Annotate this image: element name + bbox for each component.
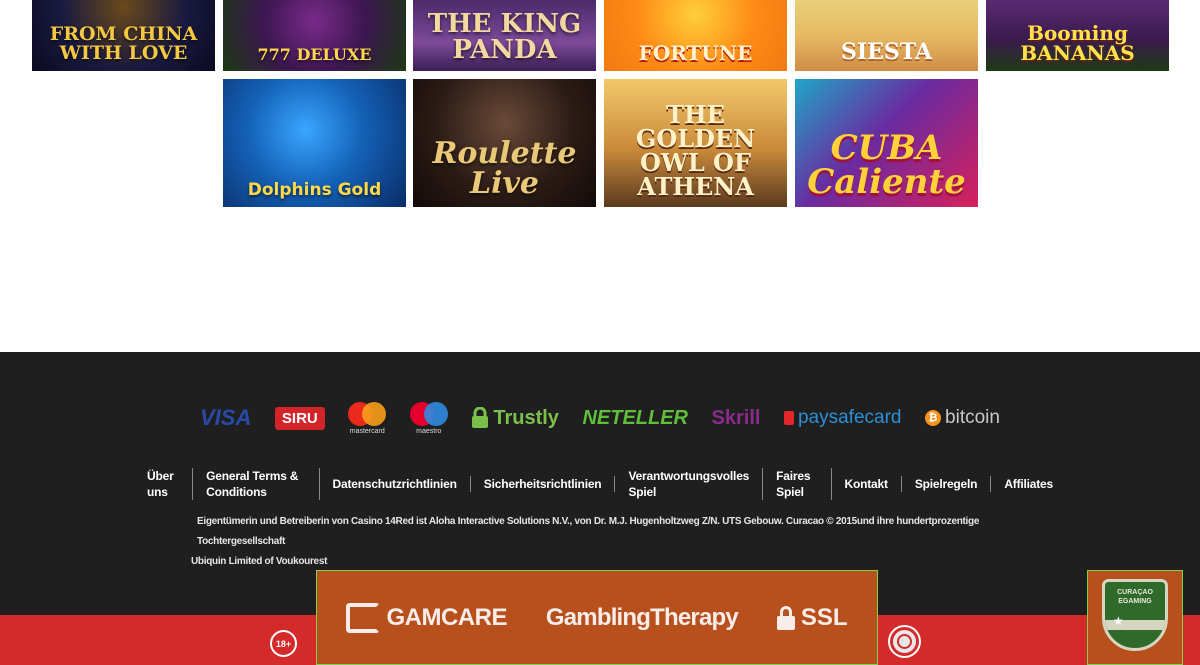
legal-line-2: Ubiquin Limited of Voukourest [191, 556, 328, 567]
maestro-logo: maestro [409, 401, 448, 435]
paysafecard-lock-icon [783, 411, 794, 425]
game-title: Dolphins Gold [247, 180, 382, 200]
skrill-logo: Skrill [711, 406, 761, 429]
bitcoin-icon: ₿ [925, 410, 942, 426]
gamcare-icon [346, 602, 381, 633]
game-title: SIESTA [840, 39, 933, 65]
curacao-egaming-badge[interactable]: CURAÇAO EGAMING ★ [1087, 570, 1183, 665]
game-title: FROM CHINA WITH LOVE [49, 23, 198, 64]
age-restriction-badge: 18+ [270, 630, 297, 657]
curacao-label: CURAÇAO EGAMING [1117, 589, 1153, 605]
game-tile-fortune[interactable]: FORTUNE [604, 0, 787, 71]
footer-link-security[interactable]: Sicherheitsrichtlinien [471, 476, 616, 492]
legal-text: Eigentümerin und Betreiberin von Casino … [191, 512, 1021, 572]
padlock-icon [472, 407, 489, 428]
footer-link-about[interactable]: Über uns [134, 468, 194, 500]
game-tile-siesta[interactable]: SIESTA [795, 0, 978, 71]
bitcoin-logo: ₿ bitcoin [925, 407, 1000, 429]
game-title: FORTUNE [638, 41, 753, 65]
footer-links: Über uns General Terms & Conditions Date… [134, 468, 1066, 500]
lock-icon [776, 605, 795, 630]
gambling-therapy-label: GamblingTherapy [545, 603, 739, 631]
neteller-logo: NETELLER [582, 406, 688, 429]
game-title: Booming BANANAS [1020, 21, 1135, 65]
game-tile-dolphins-gold[interactable]: Dolphins Gold [223, 79, 406, 207]
game-title: 777 DELUXE [257, 45, 372, 64]
game-tile-booming-bananas[interactable]: Booming BANANAS [986, 0, 1169, 71]
gambling-therapy-badge[interactable]: GamblingTherapy [545, 603, 739, 632]
trustly-label: Trustly [493, 406, 559, 429]
bitcoin-label: bitcoin [945, 407, 1000, 428]
game-tile-golden-owl-of-athena[interactable]: THE GOLDEN OWL OF ATHENA [604, 79, 787, 207]
ssl-label: SSL [800, 603, 848, 631]
footer-link-affiliates[interactable]: Affiliates [991, 476, 1066, 492]
mastercard-label: mastercard [349, 427, 385, 435]
paysafecard-label: paysafecard [797, 407, 902, 428]
game-tile-roulette-live[interactable]: Roulette Live [413, 79, 596, 207]
game-grid: FROM CHINA WITH LOVE 777 DELUXE THE KING… [0, 0, 1200, 352]
ssl-badge[interactable]: SSL [776, 603, 848, 632]
footer-link-privacy[interactable]: Datenschutzrichtlinien [320, 476, 471, 492]
trust-badges: GAMCARE GamblingTherapy SSL [316, 570, 878, 665]
game-title: THE GOLDEN OWL OF ATHENA [635, 100, 756, 201]
mastercard-logo: mastercard [348, 401, 387, 435]
footer-link-responsible-gaming[interactable]: Verantwortungsvolles Spiel [615, 468, 764, 500]
game-title: Roulette Live [432, 136, 577, 201]
paysafecard-logo: paysafecard [783, 407, 902, 429]
footer-link-terms[interactable]: General Terms & Conditions [193, 468, 320, 500]
footer-link-game-rules[interactable]: Spielregeln [902, 476, 992, 492]
payment-methods: VISA SIRU mastercard maestro Trustly NET… [200, 398, 1000, 438]
legal-line-1: Eigentümerin und Betreiberin von Casino … [197, 516, 980, 547]
certification-seal-icon[interactable] [890, 627, 919, 656]
shield-icon: CURAÇAO EGAMING ★ [1102, 579, 1168, 651]
footer-link-fair-play[interactable]: Faires Spiel [763, 468, 832, 500]
siru-logo: SIRU [274, 406, 325, 430]
trustly-logo: Trustly [471, 407, 559, 430]
visa-logo: VISA [200, 405, 252, 430]
mastercard-icon [348, 401, 387, 426]
gamcare-badge[interactable]: GAMCARE [346, 602, 507, 633]
maestro-icon [409, 401, 448, 426]
game-title: CUBA Caliente [807, 128, 966, 202]
game-tile-from-china-with-love[interactable]: FROM CHINA WITH LOVE [32, 0, 215, 71]
star-icon: ★ [1113, 614, 1124, 628]
footer-link-contact[interactable]: Kontakt [832, 476, 902, 492]
gamcare-label: GAMCARE [386, 603, 507, 631]
game-tile-777-deluxe[interactable]: 777 DELUXE [223, 0, 406, 71]
game-tile-king-panda[interactable]: THE KING PANDA [413, 0, 596, 71]
game-tile-cuba-caliente[interactable]: CUBA Caliente [795, 79, 978, 207]
maestro-label: maestro [416, 427, 442, 435]
game-title: THE KING PANDA [427, 9, 582, 65]
